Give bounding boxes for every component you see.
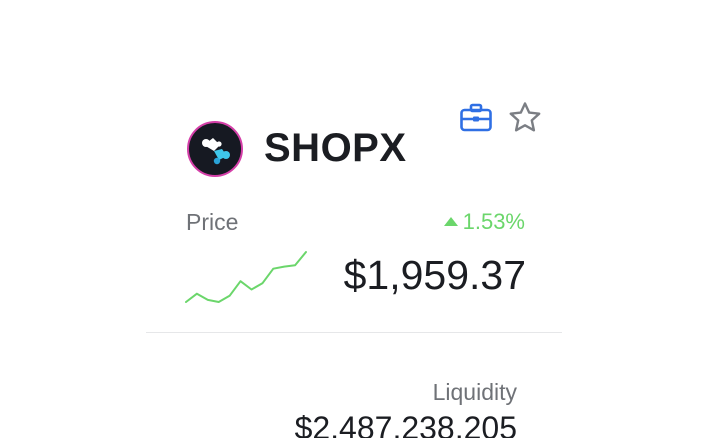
price-change: 1.53% [443,207,525,237]
sparkline-line [185,251,307,303]
star-icon[interactable] [507,100,543,136]
briefcase-icon[interactable] [459,102,493,134]
token-detail-panel: SHOPX Price 1.53% $1,959.37 Liquidity $2… [0,0,706,438]
price-value: $1,959.37 [343,252,526,298]
triangle-up-icon [443,216,458,226]
liquidity-label: Liquidity [432,379,517,405]
price-label: Price [186,209,239,235]
price-sparkline [185,251,307,303]
token-name: SHOPX [264,126,407,170]
divider [146,332,562,333]
shopx-logo-icon [187,121,243,177]
price-change-value: 1.53% [462,209,525,234]
liquidity-value: $2,487,238,205 [294,410,517,438]
